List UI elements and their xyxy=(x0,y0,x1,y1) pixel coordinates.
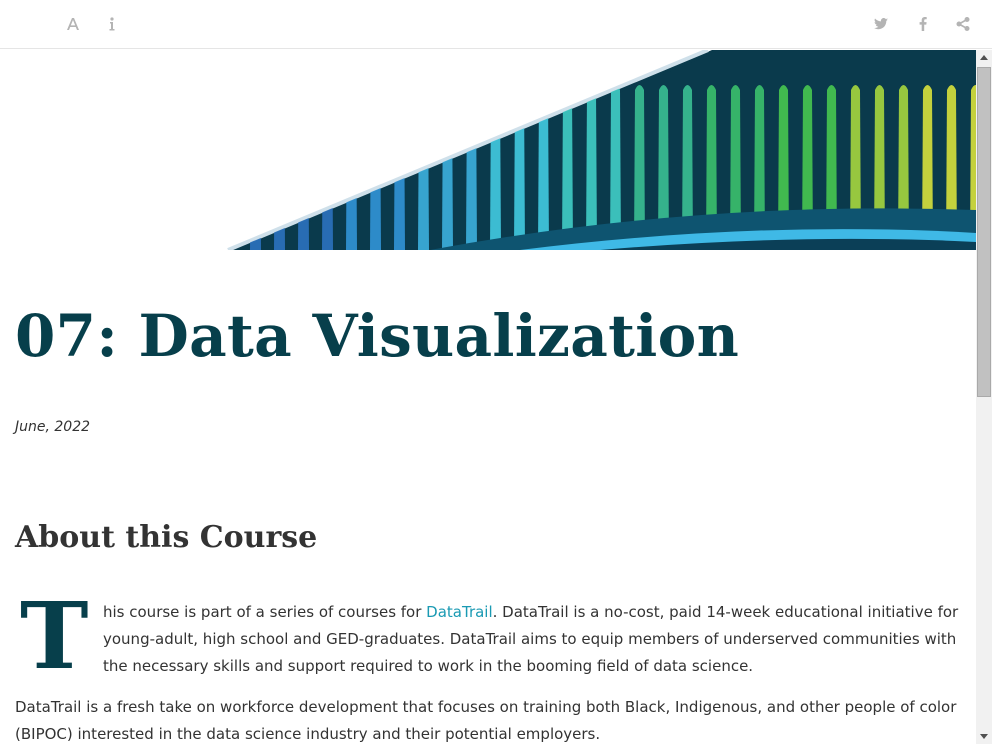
publish-date: June, 2022 xyxy=(15,419,91,435)
course-description-paragraph: DataTrail is a fresh take on workforce d… xyxy=(15,698,957,743)
section-heading: About this Course xyxy=(15,520,318,555)
banner-bar xyxy=(442,85,453,250)
banner-bar xyxy=(394,85,405,250)
facebook-icon[interactable] xyxy=(913,14,933,34)
banner-bar xyxy=(322,85,333,250)
datatrail-link[interactable]: DataTrail xyxy=(426,603,492,621)
banner-bar xyxy=(466,85,477,250)
scrollbar-thumb[interactable] xyxy=(977,67,991,397)
scroll-up-button[interactable] xyxy=(976,50,992,66)
vertical-scrollbar[interactable] xyxy=(976,50,992,744)
intro-text-start: his course is part of a series of course… xyxy=(103,603,427,621)
top-toolbar xyxy=(0,0,992,49)
twitter-icon[interactable] xyxy=(871,14,891,34)
banner-bar xyxy=(538,85,549,250)
share-icon[interactable] xyxy=(953,14,973,34)
banner-bar xyxy=(370,85,381,250)
font-settings-icon[interactable] xyxy=(63,14,83,34)
banner-bar xyxy=(298,85,309,250)
scroll-down-button[interactable] xyxy=(976,728,992,744)
banner-bar xyxy=(490,85,501,250)
course-intro-paragraph: his course is part of a series of course… xyxy=(103,599,963,680)
banner-bar xyxy=(250,85,261,250)
banner-bar xyxy=(514,85,525,250)
page-title: 07: Data Visualization xyxy=(15,302,740,370)
course-banner-image xyxy=(227,50,976,250)
info-icon[interactable] xyxy=(102,14,122,34)
page-content: 07: Data Visualization June, 2022 About … xyxy=(0,50,976,744)
drop-cap-letter: T xyxy=(20,582,89,690)
banner-bar xyxy=(346,85,357,250)
